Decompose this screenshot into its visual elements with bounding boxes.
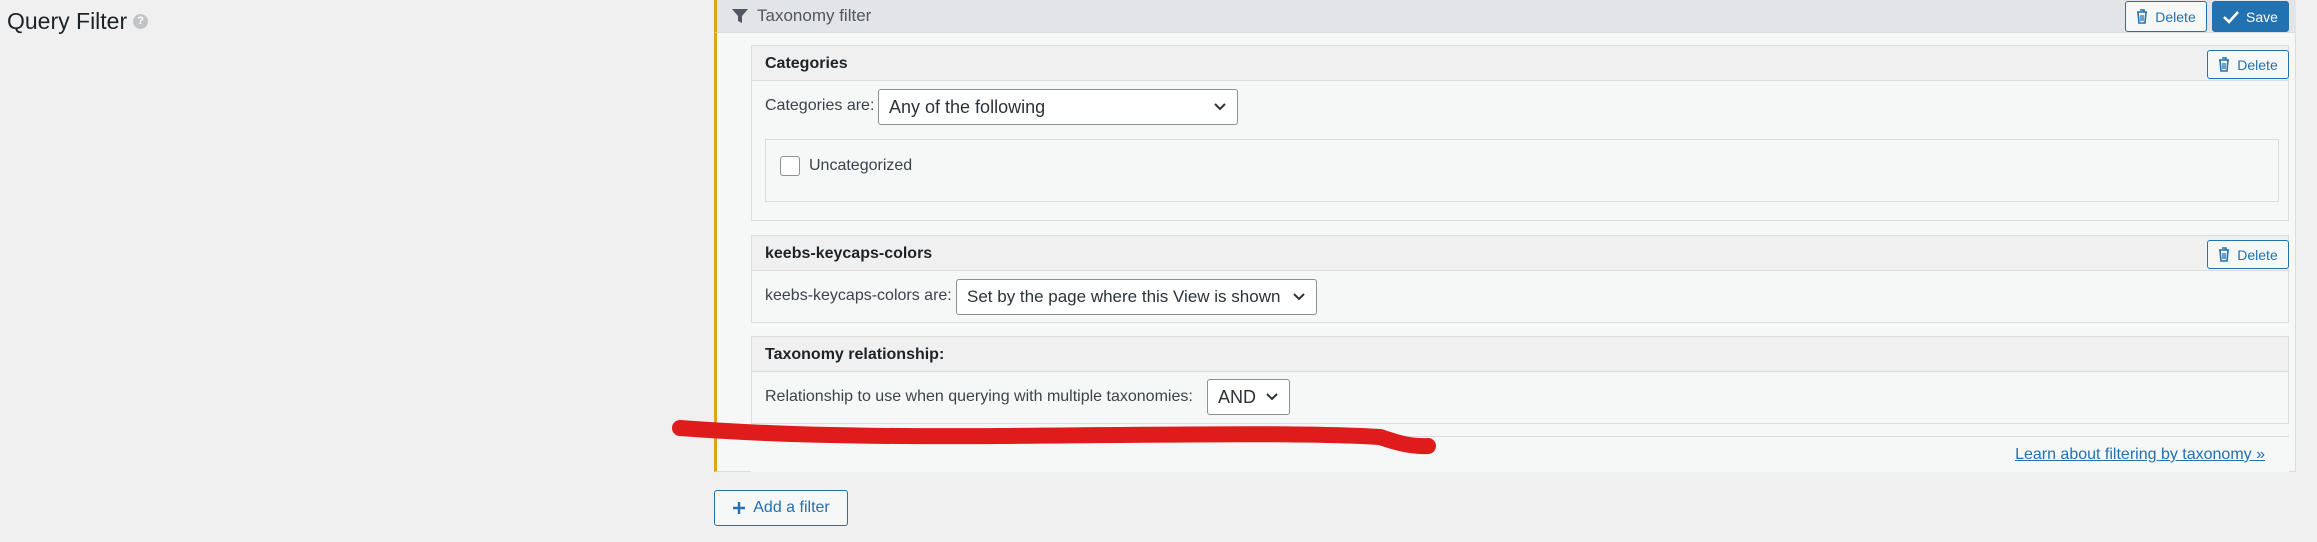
categories-heading: Categories: [765, 55, 848, 72]
keycaps-colors-mode-value: Set by the page where this View is shown: [967, 287, 1281, 306]
section-title: Query Filter ?: [7, 8, 149, 35]
categories-header: Categories: [752, 46, 2288, 81]
taxonomy-filter-title: Taxonomy filter: [757, 6, 872, 25]
delete-keycaps-colors-button[interactable]: Delete: [2207, 240, 2289, 269]
keycaps-colors-mode-select[interactable]: Set by the page where this View is shown: [956, 279, 1317, 315]
delete-filter-button[interactable]: Delete: [2125, 1, 2207, 32]
trash-icon: [2219, 57, 2230, 72]
plus-icon: [733, 502, 746, 514]
categories-checklist: Uncategorized: [765, 139, 2279, 202]
save-label: Save: [2246, 8, 2278, 25]
chevron-down-icon: [1293, 293, 1305, 301]
relationship-field-label: Relationship to use when querying with m…: [765, 388, 1193, 405]
relationship-select[interactable]: AND: [1207, 379, 1290, 415]
keycaps-colors-field-label: keebs-keycaps-colors are:: [765, 287, 952, 304]
uncategorized-label[interactable]: Uncategorized: [809, 157, 912, 175]
help-icon[interactable]: ?: [133, 14, 149, 29]
add-filter-label: Add a filter: [753, 499, 830, 516]
chevron-down-icon: [1266, 393, 1278, 401]
categories-mode-value: Any of the following: [889, 96, 1046, 117]
filter-footer: Learn about filtering by taxonomy »: [751, 436, 2289, 472]
checkmark-icon: [2223, 10, 2239, 24]
trash-icon: [2219, 247, 2230, 262]
learn-filtering-link[interactable]: Learn about filtering by taxonomy »: [2015, 446, 2265, 464]
keycaps-colors-heading: keebs-keycaps-colors: [765, 245, 933, 262]
keycaps-colors-header: keebs-keycaps-colors: [752, 236, 2288, 271]
taxonomy-relationship-heading: Taxonomy relationship:: [765, 346, 945, 363]
relationship-value: AND: [1218, 386, 1257, 407]
taxonomy-relationship-box: Taxonomy relationship:: [751, 336, 2289, 424]
save-button[interactable]: Save: [2212, 1, 2289, 32]
uncategorized-checkbox[interactable]: [780, 156, 800, 176]
funnel-icon: [732, 9, 748, 23]
taxonomy-relationship-header: Taxonomy relationship:: [752, 337, 2288, 372]
trash-icon: [2137, 9, 2148, 24]
add-filter-button[interactable]: Add a filter: [714, 490, 848, 526]
delete-categories-button[interactable]: Delete: [2207, 50, 2289, 79]
delete-keycaps-colors-label: Delete: [2237, 246, 2278, 263]
taxonomy-filter-header: Taxonomy filter: [714, 0, 2296, 33]
delete-filter-label: Delete: [2155, 8, 2196, 25]
chevron-down-icon: [1214, 103, 1226, 111]
categories-mode-select[interactable]: Any of the following: [878, 89, 1238, 125]
delete-categories-label: Delete: [2237, 56, 2278, 73]
section-title-text: Query Filter: [7, 8, 128, 34]
categories-field-label: Categories are:: [765, 97, 875, 114]
